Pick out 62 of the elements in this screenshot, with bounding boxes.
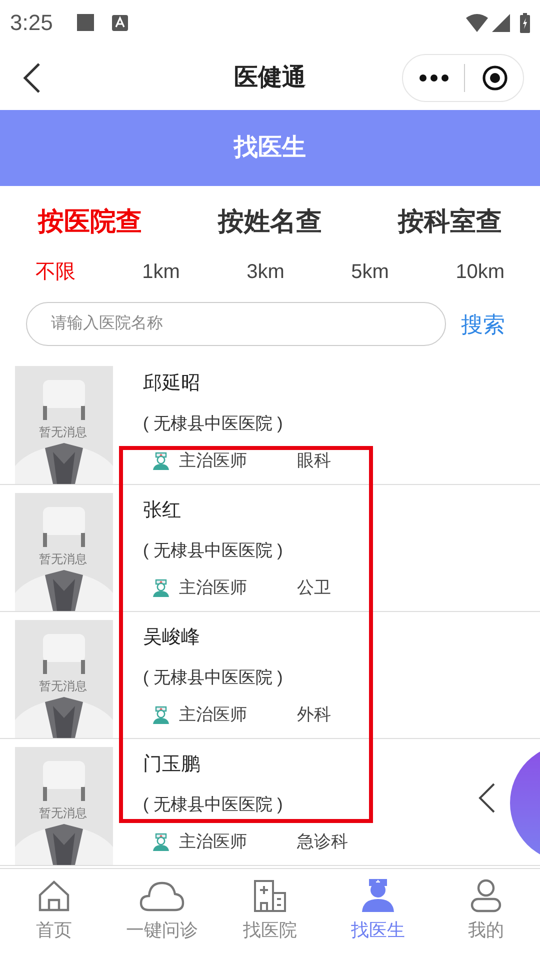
nav-tab[interactable]: 一键问诊 [108,877,216,944]
doctor-name: 张红 [143,499,182,523]
hospital-name: ( 无棣县中医医院 ) [143,666,284,688]
doctor-icon [151,704,171,725]
doctor-icon [360,877,396,913]
page-title: 医健通 [234,62,306,92]
notification-icon [76,14,94,31]
doctor-icon [151,578,171,598]
battery-icon [520,12,530,32]
doctor-name: 吴峻峰 [143,626,201,650]
status-time: 3:25 [10,9,53,37]
nav-label: 一键问诊 [126,919,198,942]
nav-tab[interactable]: 找医院 [216,877,324,944]
keyboard-icon [112,14,128,30]
distance-filter[interactable]: 1km [142,257,180,287]
avatar-caption: 暂无消息 [39,679,87,693]
doctor-name: 门玉鹏 [143,753,201,777]
distance-filter[interactable]: 5km [351,257,389,287]
doctor-title: 主治医师 [179,577,247,599]
nav-label: 找医院 [243,919,297,942]
wifi-icon [466,14,488,32]
hospital-name: ( 无棣县中医医院 ) [143,412,284,434]
capsule-menu[interactable] [402,54,524,102]
hospital-icon [253,879,287,913]
more-icon[interactable] [419,74,449,82]
department: 外科 [297,704,331,726]
nav-tab[interactable]: 找医生 [324,877,432,944]
doctor-icon [151,832,171,852]
nav-tab[interactable]: 我的 [432,877,540,944]
hospital-name: ( 无棣县中医医院 ) [143,794,284,816]
avatar-caption: 暂无消息 [39,425,87,439]
distance-filter[interactable]: 10km [456,257,505,287]
department: 眼科 [297,450,331,472]
hospital-name: ( 无棣县中医医院 ) [143,540,284,562]
search-field[interactable]: 请输入医院名称 [26,302,446,346]
search-tab[interactable]: 按医院查 [38,202,142,240]
nav-tab[interactable]: 首页 [0,877,108,944]
department: 公卫 [297,577,331,599]
user-icon [470,879,502,913]
nav-label: 我的 [468,919,504,942]
home-icon [37,879,71,913]
back-icon[interactable] [23,62,41,94]
search-tab[interactable]: 按姓名查 [218,202,322,240]
distance-filter[interactable]: 3km [246,257,284,287]
doctor-icon [151,450,171,471]
search-tab[interactable]: 按科室查 [398,202,502,240]
nav-label: 找医生 [351,919,405,942]
distance-filter[interactable]: 不限 [35,257,76,287]
cloud-icon [139,879,185,913]
signal-icon [492,14,510,32]
doctor-title: 主治医师 [179,704,247,726]
search-input[interactable]: 请输入医院名称 [51,312,421,336]
banner-title: 找医生 [234,133,306,163]
close-target-icon[interactable] [482,64,508,90]
nav-label: 首页 [36,919,72,942]
search-button[interactable]: 搜索 [461,308,505,340]
avatar-caption: 暂无消息 [39,806,87,820]
avatar-caption: 暂无消息 [39,552,87,566]
doctor-title: 主治医师 [179,450,247,472]
doctor-title: 主治医师 [179,831,247,853]
doctor-name: 邱延昭 [143,372,201,396]
department: 急诊科 [297,831,348,853]
